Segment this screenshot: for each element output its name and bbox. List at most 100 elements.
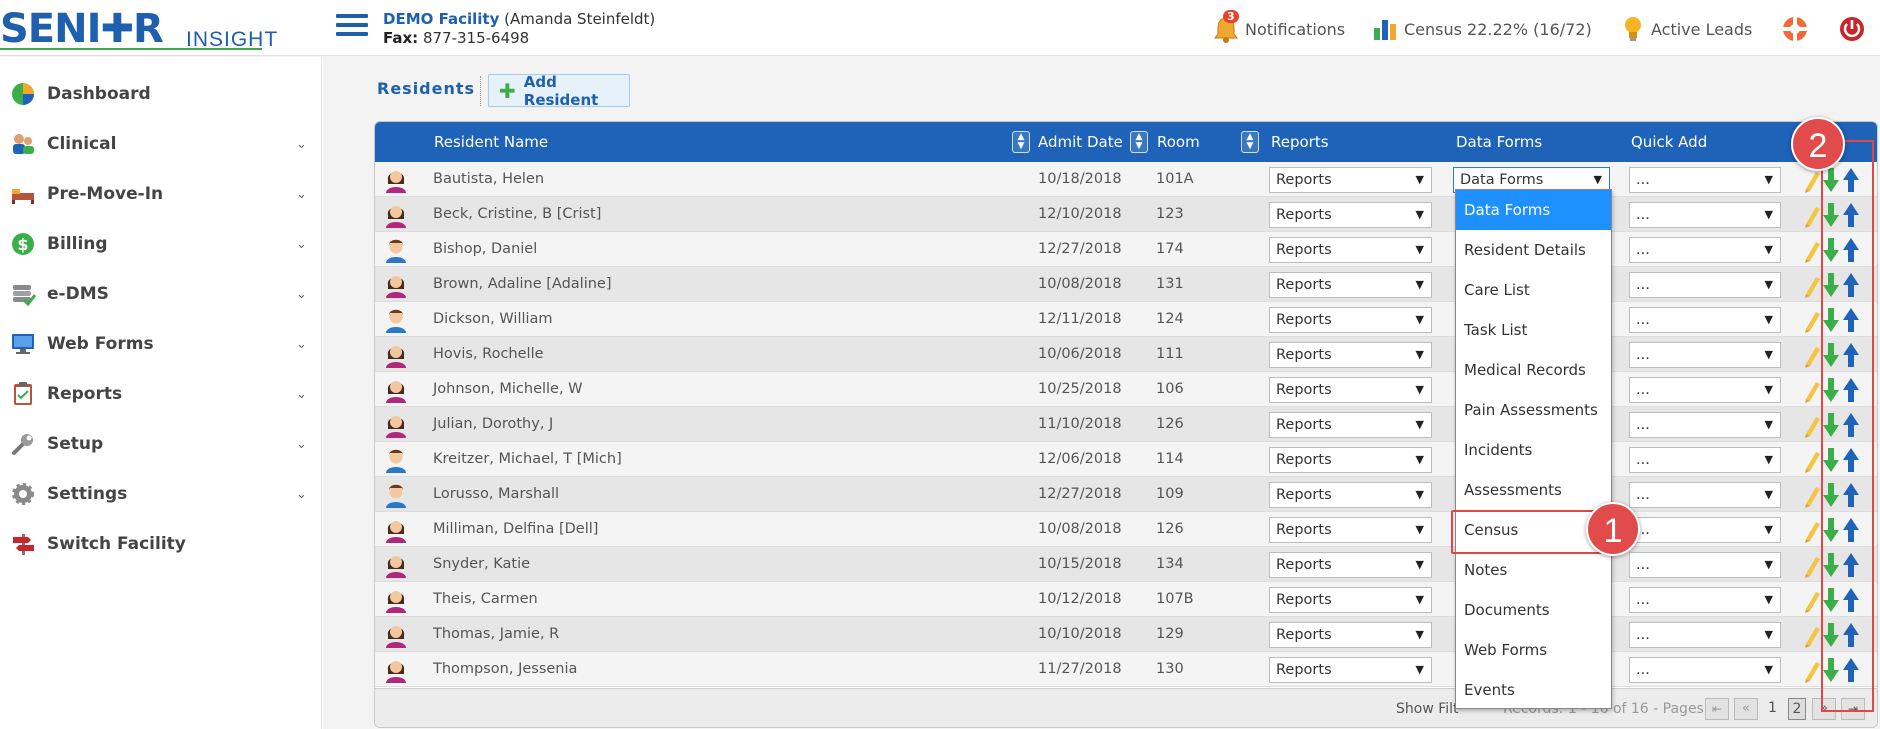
dropdown-option-events[interactable]: Events [1456,670,1611,710]
page-1-link[interactable]: 1 [1768,700,1777,716]
dropdown-option-assessments[interactable]: Assessments [1456,470,1611,510]
reports-select[interactable]: Reports ▼ [1269,167,1432,193]
sidebar-item-settings[interactable]: Settings ⌄ [0,472,322,516]
quick-add-select[interactable]: ... ▼ [1629,377,1781,403]
dropdown-option-documents[interactable]: Documents [1456,590,1611,630]
help-lifebuoy-icon[interactable] [1781,14,1815,44]
reports-select[interactable]: Reports ▼ [1269,307,1432,333]
resident-name[interactable]: Beck, Cristine, B [Crist] [433,206,601,222]
add-resident-button[interactable]: ✚ Add Resident [488,73,630,109]
dropdown-option-notes[interactable]: Notes [1456,550,1611,590]
table-row[interactable]: Hovis, Rochelle 10/06/2018 111 Reports ▼... ▼ [375,337,1877,372]
table-row[interactable]: Brown, Adaline [Adaline] 10/08/2018 131 Rep… [375,267,1877,302]
reports-select[interactable]: Reports ▼ [1269,587,1432,613]
first-page-button[interactable]: ⇤ [1705,698,1729,720]
reports-select[interactable]: Reports ▼ [1269,342,1432,368]
quick-add-select[interactable]: ... ▼ [1629,587,1781,613]
table-row[interactable]: Thompson, Jessenia 11/27/2018 130 Reports ▼.… [375,652,1877,687]
table-row[interactable]: Theis, Carmen 10/12/2018 107B Reports ▼... ▼ [375,582,1877,617]
quick-add-select[interactable]: ... ▼ [1629,517,1781,543]
resident-name[interactable]: Milliman, Delfina [Dell] [433,521,598,537]
resident-name[interactable]: Thomas, Jamie, R [433,626,559,642]
hamburger-menu-icon[interactable] [336,14,368,40]
resident-name[interactable]: Thompson, Jessenia [433,661,577,677]
table-row[interactable]: Dickson, William 12/11/2018 124 Reports ▼...… [375,302,1877,337]
sidebar-item-dashboard[interactable]: Dashboard [0,72,322,116]
reports-select[interactable]: Reports ▼ [1269,482,1432,508]
dropdown-option-medical-records[interactable]: Medical Records [1456,350,1611,390]
resident-name[interactable]: Hovis, Rochelle [433,346,544,362]
resident-name[interactable]: Bautista, Helen [433,171,544,187]
reports-select[interactable]: Reports ▼ [1269,412,1432,438]
resident-name[interactable]: Dickson, William [433,311,553,327]
table-row[interactable]: Bishop, Daniel 12/27/2018 174 Reports ▼... ▼ [375,232,1877,267]
sort-icon[interactable]: ▲ ▼ [1241,131,1259,153]
table-row[interactable]: Snyder, Katie 10/15/2018 134 Reports ▼... ▼ [375,547,1877,582]
quick-add-select[interactable]: ... ▼ [1629,342,1781,368]
resident-name[interactable]: Kreitzer, Michael, T [Mich] [433,451,622,467]
resident-name[interactable]: Johnson, Michelle, W [433,381,583,397]
table-row[interactable]: Bautista, Helen 10/18/2018 101A Reports ▼ Dat… [375,162,1877,197]
quick-add-select[interactable]: ... ▼ [1629,412,1781,438]
sidebar-item-web-forms[interactable]: Web Forms ⌄ [0,322,322,366]
dropdown-option-resident-details[interactable]: Resident Details [1456,230,1611,270]
resident-name[interactable]: Julian, Dorothy, J [433,416,553,432]
reports-select[interactable]: Reports ▼ [1269,202,1432,228]
sort-icon[interactable]: ▲ ▼ [1012,131,1030,153]
quick-add-select[interactable]: ... ▼ [1629,167,1781,193]
census-link[interactable]: Census 22.22% (16/72) [1372,14,1592,44]
sidebar-item-setup[interactable]: Setup ⌄ [0,422,322,466]
table-row[interactable]: Kreitzer, Michael, T [Mich] 12/06/2018 114… [375,442,1877,477]
quick-add-select[interactable]: ... ▼ [1629,272,1781,298]
dropdown-option-pain-assessments[interactable]: Pain Assessments [1456,390,1611,430]
reports-select[interactable]: Reports ▼ [1269,237,1432,263]
quick-add-select[interactable]: ... ▼ [1629,307,1781,333]
resident-name[interactable]: Lorusso, Marshall [433,486,559,502]
column-header-name[interactable]: Resident Name [434,133,548,151]
page-2-current[interactable]: 2 [1788,698,1806,720]
reports-select[interactable]: Reports ▼ [1269,622,1432,648]
sidebar-item-clinical[interactable]: Clinical ⌄ [0,122,322,166]
dropdown-option-incidents[interactable]: Incidents [1456,430,1611,470]
reports-select[interactable]: Reports ▼ [1269,552,1432,578]
notifications-link[interactable]: 3 Notifications [1213,10,1345,44]
sidebar-item-reports[interactable]: Reports ⌄ [0,372,322,416]
quick-add-select[interactable]: ... ▼ [1629,237,1781,263]
table-row[interactable]: Lorusso, Marshall 12/27/2018 109 Reports ▼..… [375,477,1877,512]
resident-name[interactable]: Snyder, Katie [433,556,530,572]
power-logout-icon[interactable] [1838,14,1872,44]
reports-select[interactable]: Reports ▼ [1269,657,1432,683]
prev-page-button[interactable]: « [1734,698,1758,720]
reports-select[interactable]: Reports ▼ [1269,377,1432,403]
senior-insight-logo[interactable]: SENI✚R INSIGHT [0,6,320,52]
column-header-admit-date[interactable]: Admit Date [1038,133,1123,151]
sort-icon[interactable]: ▲ ▼ [1130,131,1148,153]
sidebar-item-switch-facility[interactable]: Switch Facility [0,522,322,566]
active-leads-link[interactable]: Active Leads [1621,14,1752,44]
table-row[interactable]: Beck, Cristine, B [Crist] 12/10/2018 123 Re… [375,197,1877,232]
dropdown-option-web-forms[interactable]: Web Forms [1456,630,1611,670]
sidebar-item-pre-move-in[interactable]: Pre-Move-In ⌄ [0,172,322,216]
dropdown-option-data-forms[interactable]: Data Forms [1456,190,1611,230]
show-filter-link[interactable]: Show Filt [1396,701,1459,717]
quick-add-select[interactable]: ... ▼ [1629,447,1781,473]
resident-name[interactable]: Bishop, Daniel [433,241,537,257]
reports-select[interactable]: Reports ▼ [1269,272,1432,298]
reports-select[interactable]: Reports ▼ [1269,517,1432,543]
quick-add-select[interactable]: ... ▼ [1629,657,1781,683]
sidebar-item-billing[interactable]: $ Billing ⌄ [0,222,322,266]
dropdown-option-task-list[interactable]: Task List [1456,310,1611,350]
sidebar-item-edms[interactable]: e-DMS ⌄ [0,272,322,316]
table-row[interactable]: Thomas, Jamie, R 10/10/2018 129 Reports ▼...… [375,617,1877,652]
facility-name[interactable]: DEMO Facility [383,10,499,28]
quick-add-select[interactable]: ... ▼ [1629,482,1781,508]
table-row[interactable]: Johnson, Michelle, W 10/25/2018 106 Reports… [375,372,1877,407]
dropdown-option-care-list[interactable]: Care List [1456,270,1611,310]
quick-add-select[interactable]: ... ▼ [1629,622,1781,648]
quick-add-select[interactable]: ... ▼ [1629,552,1781,578]
table-row[interactable]: Milliman, Delfina [Dell] 10/08/2018 126 Rep… [375,512,1877,547]
reports-select[interactable]: Reports ▼ [1269,447,1432,473]
table-row[interactable]: Julian, Dorothy, J 11/10/2018 126 Reports ▼.… [375,407,1877,442]
quick-add-select[interactable]: ... ▼ [1629,202,1781,228]
column-header-room[interactable]: Room [1157,133,1200,151]
